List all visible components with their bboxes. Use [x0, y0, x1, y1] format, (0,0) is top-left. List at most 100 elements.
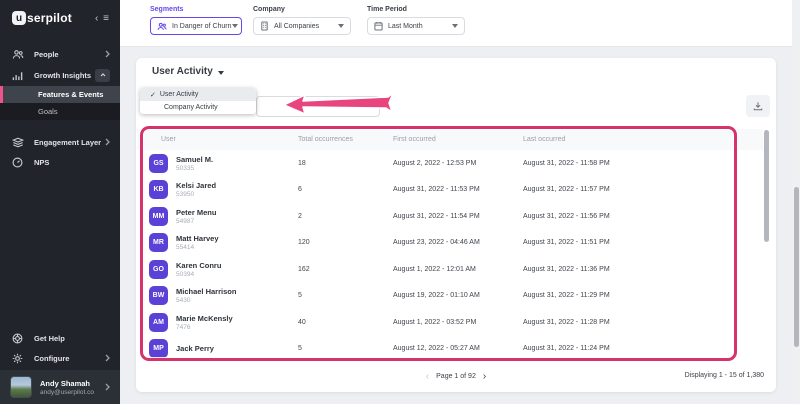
user-name: Matt Harvey — [176, 234, 219, 243]
sidebar-item-nps[interactable]: NPS — [0, 152, 120, 172]
occurrences-cell: 2 — [290, 213, 385, 220]
table-row[interactable]: KB Kelsi Jared 53950 6 August 31, 2022 -… — [137, 177, 763, 204]
table-header: User Total occurrences First occurred La… — [137, 129, 763, 150]
user-name: Samuel M. — [176, 155, 213, 164]
occurrences-cell: 40 — [290, 319, 385, 326]
segments-select[interactable]: In Danger of Churn — [150, 17, 242, 35]
chevron-up-icon[interactable] — [95, 69, 110, 82]
table-row[interactable]: BW Michael Harrison 5430 5 August 19, 20… — [137, 283, 763, 310]
sidebar-item-label: Engagement Layer — [34, 138, 101, 147]
segments-value: In Danger of Churn — [172, 23, 232, 30]
time-period-select[interactable]: Last Month — [367, 17, 465, 35]
avatar: MM — [149, 207, 168, 226]
first-occurred-cell: August 12, 2022 - 05:27 AM — [385, 345, 515, 352]
segment-people-icon — [157, 22, 167, 31]
first-occurred-cell: August 1, 2022 - 03:52 PM — [385, 319, 515, 326]
pagination: ‹ Page 1 of 92 › — [136, 361, 776, 392]
sidebar-item-configure[interactable]: Configure — [0, 348, 120, 368]
last-occurred-cell: August 31, 2022 - 11:36 PM — [515, 266, 763, 273]
occurrences-cell: 162 — [290, 266, 385, 273]
occurrences-cell: 18 — [290, 160, 385, 167]
displaying-count: Displaying 1 - 15 of 1,380 — [685, 372, 764, 379]
sidebar-item-label: Growth Insights — [34, 71, 91, 80]
avatar: GS — [149, 154, 168, 173]
sidebar-item-label: NPS — [34, 158, 49, 167]
page-scrollbar-thumb[interactable] — [794, 187, 799, 347]
user-name: Marie McKensly — [176, 314, 233, 323]
prev-page-button[interactable]: ‹ — [419, 372, 436, 382]
sidebar-item-label: Features & Events — [38, 90, 103, 99]
layers-icon — [12, 137, 24, 148]
logo-u-icon: u — [12, 11, 26, 25]
logo: u serpilot ‹ ≡ — [0, 0, 120, 25]
page-scrollbar[interactable] — [792, 0, 800, 404]
sidebar-item-engagement-layer[interactable]: Engagement Layer — [0, 132, 120, 152]
first-occurred-cell: August 31, 2022 - 11:53 PM — [385, 186, 515, 193]
time-period-label: Time Period — [367, 6, 465, 13]
table-scrollbar-thumb[interactable] — [764, 130, 769, 242]
occurrences-cell: 120 — [290, 239, 385, 246]
company-value: All Companies — [274, 23, 319, 30]
filter-bar: Segments In Danger of Churn Company All … — [120, 0, 792, 47]
sidebar-item-growth-insights[interactable]: Growth Insights — [0, 64, 120, 86]
chevron-down-icon — [218, 71, 224, 75]
column-header-total-occurrences: Total occurrences — [290, 136, 385, 143]
sidebar-item-label: Goals — [38, 107, 58, 116]
first-occurred-cell: August 19, 2022 - 01:10 AM — [385, 292, 515, 299]
user-cell: MR Matt Harvey 55414 — [137, 233, 290, 252]
chevron-right-icon — [105, 383, 110, 391]
table-row[interactable]: AM Marie McKensly 7476 40 August 1, 2022… — [137, 309, 763, 336]
user-profile[interactable]: Andy Shamah andy@userpilot.co — [0, 370, 120, 404]
table-row[interactable]: MM Peter Menu 54987 2 August 31, 2022 - … — [137, 203, 763, 230]
user-id: 55414 — [176, 244, 219, 251]
report-type-menu: ✓ User Activity Company Activity — [140, 88, 256, 114]
first-occurred-cell: August 1, 2022 - 12:01 AM — [385, 266, 515, 273]
company-filter: Company All Companies — [253, 6, 351, 35]
sidebar-item-get-help[interactable]: Get Help — [0, 328, 120, 348]
search-input[interactable] — [256, 96, 380, 117]
menu-item-label: User Activity — [160, 91, 199, 98]
table-row[interactable]: GS Samuel M. 50335 18 August 2, 2022 - 1… — [137, 150, 763, 177]
user-cell: GS Samuel M. 50335 — [137, 154, 290, 173]
user-name: Andy Shamah — [40, 379, 94, 388]
menu-item-label: Company Activity — [164, 104, 218, 111]
user-name: Peter Menu — [176, 208, 216, 217]
chevron-down-icon — [338, 24, 344, 28]
sidebar-item-goals[interactable]: Goals — [0, 103, 120, 120]
user-name: Karen Conru — [176, 261, 221, 270]
menu-item-user-activity[interactable]: ✓ User Activity — [140, 88, 256, 101]
people-icon — [12, 49, 24, 60]
user-id: 53950 — [176, 191, 216, 198]
logo-text: serpilot — [27, 11, 72, 25]
sidebar-item-people[interactable]: People — [0, 44, 120, 64]
chevron-right-icon — [105, 50, 110, 58]
first-occurred-cell: August 2, 2022 - 12:53 PM — [385, 160, 515, 167]
company-label: Company — [253, 6, 351, 13]
menu-item-company-activity[interactable]: Company Activity — [140, 101, 256, 114]
sidebar: u serpilot ‹ ≡ People Growth Insights Fe… — [0, 0, 120, 404]
help-lifering-icon — [12, 333, 24, 344]
last-occurred-cell: August 31, 2022 - 11:24 PM — [515, 345, 763, 352]
occurrences-cell: 5 — [290, 292, 385, 299]
company-building-icon — [260, 21, 269, 31]
user-id: 7476 — [176, 324, 233, 331]
page-indicator: Page 1 of 92 — [436, 373, 476, 380]
report-title: User Activity — [152, 66, 213, 77]
table-row[interactable]: GO Karen Conru 50394 162 August 1, 2022 … — [137, 256, 763, 283]
sidebar-collapse-icon[interactable]: ‹ ≡ — [95, 13, 110, 24]
user-cell: MP Jack Perry — [137, 339, 290, 358]
report-type-dropdown[interactable]: User Activity — [152, 66, 224, 77]
gear-icon — [12, 353, 24, 364]
table-row[interactable]: MR Matt Harvey 55414 120 August 23, 2022… — [137, 230, 763, 257]
download-button[interactable] — [746, 95, 770, 117]
column-header-last-occurred: Last occurred — [515, 136, 763, 143]
avatar: MR — [149, 233, 168, 252]
next-page-button[interactable]: › — [476, 372, 493, 382]
last-occurred-cell: August 31, 2022 - 11:57 PM — [515, 186, 763, 193]
sidebar-item-features-events[interactable]: Features & Events — [0, 86, 120, 103]
company-select[interactable]: All Companies — [253, 17, 351, 35]
user-id: 50335 — [176, 165, 213, 172]
table-row[interactable]: MP Jack Perry 5 August 12, 2022 - 05:27 … — [137, 336, 763, 362]
avatar: GO — [149, 260, 168, 279]
segments-filter: Segments In Danger of Churn — [150, 6, 242, 35]
